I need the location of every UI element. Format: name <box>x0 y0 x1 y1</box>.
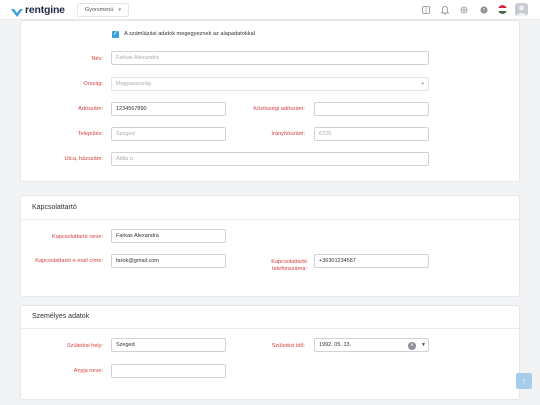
same-as-base-label: A számlázási adatok megegyeznek az alapa… <box>124 31 255 37</box>
postal-code-field[interactable]: 6725 <box>314 127 429 141</box>
birth-place-field[interactable]: Szeged <box>111 338 226 352</box>
city-field[interactable]: Szeged <box>111 127 226 141</box>
community-tax-number-field[interactable] <box>314 102 429 116</box>
city-label: Település: <box>77 131 103 137</box>
divider <box>21 219 519 220</box>
billing-name-label: Név: <box>91 56 103 62</box>
country-label: Ország: <box>83 81 103 87</box>
chevron-down-icon: ▾ <box>118 7 121 13</box>
logo-text: rentgine <box>25 4 65 16</box>
tax-number-label: Adószám: <box>78 106 103 112</box>
postal-code-label: Irányítószám: <box>271 131 305 137</box>
contact-email-label: Kapcsolattartó e-mail címe: <box>35 258 103 264</box>
community-tax-number-label: Közösségi adószám: <box>253 106 305 112</box>
street-field[interactable]: Attila u. <box>111 152 429 166</box>
rentgine-logo-icon <box>11 5 23 17</box>
personal-card-title: Személyes adatok <box>32 313 90 320</box>
personal-card: Személyes adatok <box>20 305 520 400</box>
hungarian-flag-icon[interactable] <box>498 5 507 14</box>
contact-name-label: Kapcsolattartó neve: <box>52 234 103 240</box>
country-select[interactable]: Magyarország ▾ <box>111 77 429 91</box>
quick-menu-dropdown[interactable]: Gyorsmenü ▾ <box>77 3 129 17</box>
contact-name-field[interactable]: Farkas Alexandra <box>111 229 226 243</box>
mother-name-label: Anyja neve: <box>73 368 103 374</box>
logo[interactable]: rentgine <box>11 4 65 17</box>
contact-card: Kapcsolattartó <box>20 195 520 297</box>
gear-icon[interactable] <box>459 5 469 15</box>
tax-number-field[interactable]: 1234567890 <box>111 102 226 116</box>
country-placeholder: Magyarország <box>116 81 151 87</box>
scroll-to-top-button[interactable]: ↑ <box>516 373 532 389</box>
divider <box>21 328 519 329</box>
bell-icon[interactable] <box>440 5 450 15</box>
svg-text:?: ? <box>483 8 486 14</box>
clear-date-icon[interactable]: × <box>408 342 416 350</box>
same-as-base-checkbox[interactable]: ✓ <box>112 31 119 38</box>
grid-icon[interactable] <box>421 5 431 15</box>
avatar[interactable] <box>515 3 528 16</box>
contact-card-title: Kapcsolattartó <box>32 204 77 211</box>
arrow-up-icon: ↑ <box>521 376 527 386</box>
birth-place-label: Születési hely: <box>66 343 103 349</box>
birth-date-label: Születési idő: <box>271 343 305 349</box>
contact-phone-field[interactable]: +36301234567 <box>314 254 429 268</box>
mother-name-field[interactable] <box>111 364 226 378</box>
top-bar: rentgine Gyorsmenü ▾ ? <box>0 0 540 20</box>
chevron-down-icon[interactable]: ▼ <box>421 342 426 348</box>
street-label: Utca, házszám: <box>64 156 103 162</box>
contact-phone-label: Kapcsolattartó telefonszáma: <box>271 259 307 272</box>
quick-menu-label: Gyorsmenü <box>85 7 114 13</box>
help-icon[interactable]: ? <box>479 5 489 15</box>
contact-email-field[interactable]: farok@gmail.com <box>111 254 226 268</box>
billing-name-field[interactable]: Farkas Alexandra <box>111 51 429 65</box>
chevron-down-icon: ▾ <box>421 81 424 87</box>
